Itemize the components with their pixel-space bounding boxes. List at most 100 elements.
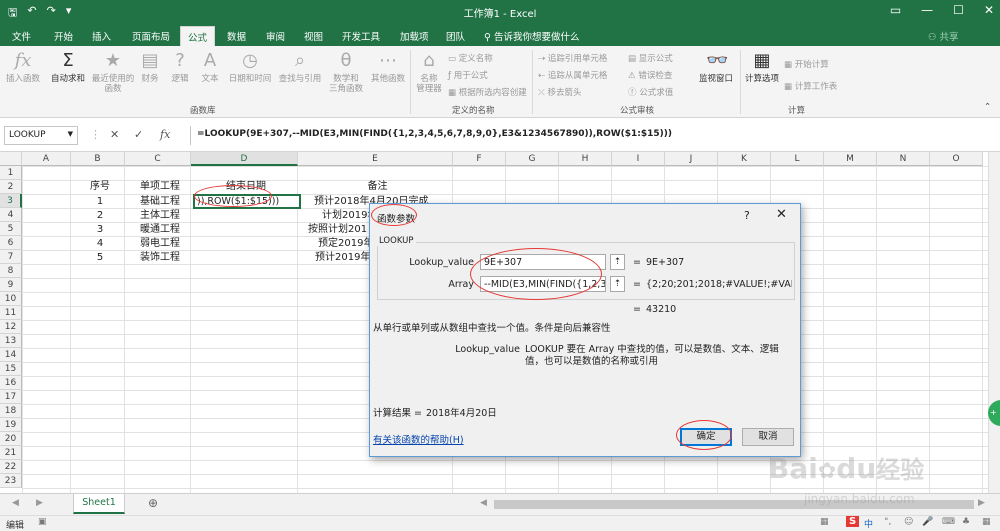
row-header-14[interactable]: 14: [0, 348, 22, 362]
row-header-9[interactable]: 9: [0, 278, 22, 292]
column-header-g[interactable]: G: [506, 152, 559, 166]
tab-data[interactable]: 数据: [227, 29, 246, 43]
ime-mode-icon[interactable]: 中: [864, 517, 873, 530]
maximize-icon[interactable]: ☐: [953, 3, 964, 17]
cell-no[interactable]: 1: [73, 195, 127, 209]
watch-window-button[interactable]: 👓 监视窗口: [696, 50, 736, 84]
math-button[interactable]: θ 数学和 三角函数: [326, 50, 366, 94]
ribbon-display-icon[interactable]: ▭: [890, 3, 901, 17]
header-no[interactable]: 序号: [73, 180, 127, 194]
text-button[interactable]: A 文本: [198, 50, 222, 84]
chevron-down-icon[interactable]: ▼: [68, 130, 73, 138]
formula-input[interactable]: =LOOKUP(9E+307,--MID(E3,MIN(FIND({1,2,3,…: [190, 126, 998, 145]
tab-view[interactable]: 视图: [304, 29, 323, 43]
header-notes[interactable]: 备注: [300, 180, 455, 194]
cancel-entry-icon[interactable]: ✕: [110, 128, 119, 141]
row-header-15[interactable]: 15: [0, 362, 22, 376]
row-header-23[interactable]: 23: [0, 474, 22, 488]
close-icon[interactable]: ✕: [984, 3, 994, 17]
skin-icon[interactable]: ♣: [962, 517, 970, 527]
insert-function-icon[interactable]: fx: [160, 128, 170, 141]
column-header-h[interactable]: H: [559, 152, 612, 166]
cell-no[interactable]: 2: [73, 209, 127, 223]
row-header-13[interactable]: 13: [0, 334, 22, 348]
function-help-link[interactable]: 有关该函数的帮助(H): [373, 432, 464, 446]
show-formulas-button[interactable]: ▤ 显示公式: [628, 52, 673, 64]
datetime-button[interactable]: ◷ 日期和时间: [226, 50, 274, 84]
emoji-icon[interactable]: ☺: [904, 517, 913, 527]
ime-punct-icon[interactable]: °,: [884, 517, 891, 527]
column-header-m[interactable]: M: [824, 152, 877, 166]
row-header-4[interactable]: 4: [0, 208, 22, 222]
collapse-ribbon-icon[interactable]: ⌃: [984, 102, 991, 112]
cell-project[interactable]: 基础工程: [127, 195, 193, 209]
lookup-button[interactable]: ⌕ 查找与引用: [276, 50, 324, 84]
logical-button[interactable]: ? 逻辑: [168, 50, 192, 84]
normal-view-icon[interactable]: ▦: [820, 517, 829, 527]
cancel-button[interactable]: 取消: [742, 428, 794, 446]
trace-dependents-button[interactable]: ⇠ 追踪从属单元格: [538, 69, 607, 81]
range-picker-icon[interactable]: ⇡: [610, 276, 625, 292]
cell-project[interactable]: 暖通工程: [127, 223, 193, 237]
tab-formulas[interactable]: 公式: [180, 26, 216, 46]
help-icon[interactable]: ?: [744, 209, 750, 222]
cell-project[interactable]: 主体工程: [127, 209, 193, 223]
use-in-formula-button[interactable]: ƒ 用于公式: [448, 69, 488, 81]
add-sheet-icon[interactable]: ⊕: [148, 496, 158, 510]
ime-s-icon[interactable]: S: [846, 516, 860, 527]
hscroll-left-icon[interactable]: ◀: [480, 498, 487, 508]
tab-home[interactable]: 开始: [54, 29, 73, 43]
autosum-button[interactable]: Σ 自动求和: [48, 50, 88, 84]
range-picker-icon[interactable]: ⇡: [610, 254, 625, 270]
row-header-18[interactable]: 18: [0, 404, 22, 418]
cell-no[interactable]: 3: [73, 223, 127, 237]
row-header-2[interactable]: 2: [0, 180, 22, 194]
minimize-icon[interactable]: —: [921, 3, 933, 17]
column-header-b[interactable]: B: [71, 152, 125, 166]
trace-precedents-button[interactable]: ⇢ 追踪引用单元格: [538, 52, 607, 64]
error-checking-button[interactable]: ⚠ 错误检查: [628, 69, 672, 81]
remove-arrows-button[interactable]: ⤫ 移去箭头: [538, 86, 582, 98]
keyboard-icon[interactable]: ⌨: [942, 517, 955, 527]
name-box[interactable]: LOOKUP ▼: [4, 126, 78, 145]
row-header-1[interactable]: 1: [0, 166, 22, 180]
column-header-d[interactable]: D: [191, 152, 298, 166]
column-header-f[interactable]: F: [453, 152, 506, 166]
calc-options-button[interactable]: ▦ 计算选项: [744, 50, 780, 84]
create-from-selection-button[interactable]: ▦ 根据所选内容创建: [448, 86, 527, 98]
row-header-10[interactable]: 10: [0, 292, 22, 306]
row-header-8[interactable]: 8: [0, 264, 22, 278]
column-header-o[interactable]: O: [930, 152, 983, 166]
macro-record-icon[interactable]: ▣: [38, 517, 47, 527]
tab-team[interactable]: 团队: [446, 29, 465, 43]
row-header-3[interactable]: 3: [0, 194, 22, 208]
toolbox-icon[interactable]: ▦: [982, 517, 991, 527]
dialog-close-icon[interactable]: ✕: [776, 207, 787, 222]
tab-insert[interactable]: 插入: [92, 29, 111, 43]
other-functions-button[interactable]: ⋯ 其他函数: [368, 50, 408, 84]
tab-addins[interactable]: 加载项: [400, 29, 429, 43]
row-header-22[interactable]: 22: [0, 460, 22, 474]
cell-no[interactable]: 4: [73, 237, 127, 251]
calc-now-button[interactable]: ▦ 开始计算: [784, 58, 829, 70]
column-header-j[interactable]: J: [665, 152, 718, 166]
row-header-17[interactable]: 17: [0, 390, 22, 404]
vertical-scrollbar[interactable]: [988, 152, 1000, 493]
cell-project[interactable]: 弱电工程: [127, 237, 193, 251]
scroll-left-icon[interactable]: ◀: [12, 498, 19, 508]
select-all-corner[interactable]: [0, 152, 22, 166]
hscroll-right-icon[interactable]: ▶: [978, 498, 985, 508]
evaluate-formula-button[interactable]: ⓕ 公式求值: [628, 86, 673, 98]
insert-function-button[interactable]: fx 插入函数: [4, 50, 42, 84]
microphone-icon[interactable]: 🎤: [922, 517, 933, 527]
row-header-6[interactable]: 6: [0, 236, 22, 250]
column-header-k[interactable]: K: [718, 152, 771, 166]
define-name-button[interactable]: ▭ 定义名称: [448, 52, 493, 64]
row-header-21[interactable]: 21: [0, 446, 22, 460]
column-header-l[interactable]: L: [771, 152, 824, 166]
column-header-c[interactable]: C: [125, 152, 191, 166]
tab-file[interactable]: 文件: [12, 29, 31, 43]
column-header-n[interactable]: N: [877, 152, 930, 166]
header-project[interactable]: 单项工程: [127, 180, 193, 194]
cell-note[interactable]: 预定2019年: [318, 237, 370, 251]
